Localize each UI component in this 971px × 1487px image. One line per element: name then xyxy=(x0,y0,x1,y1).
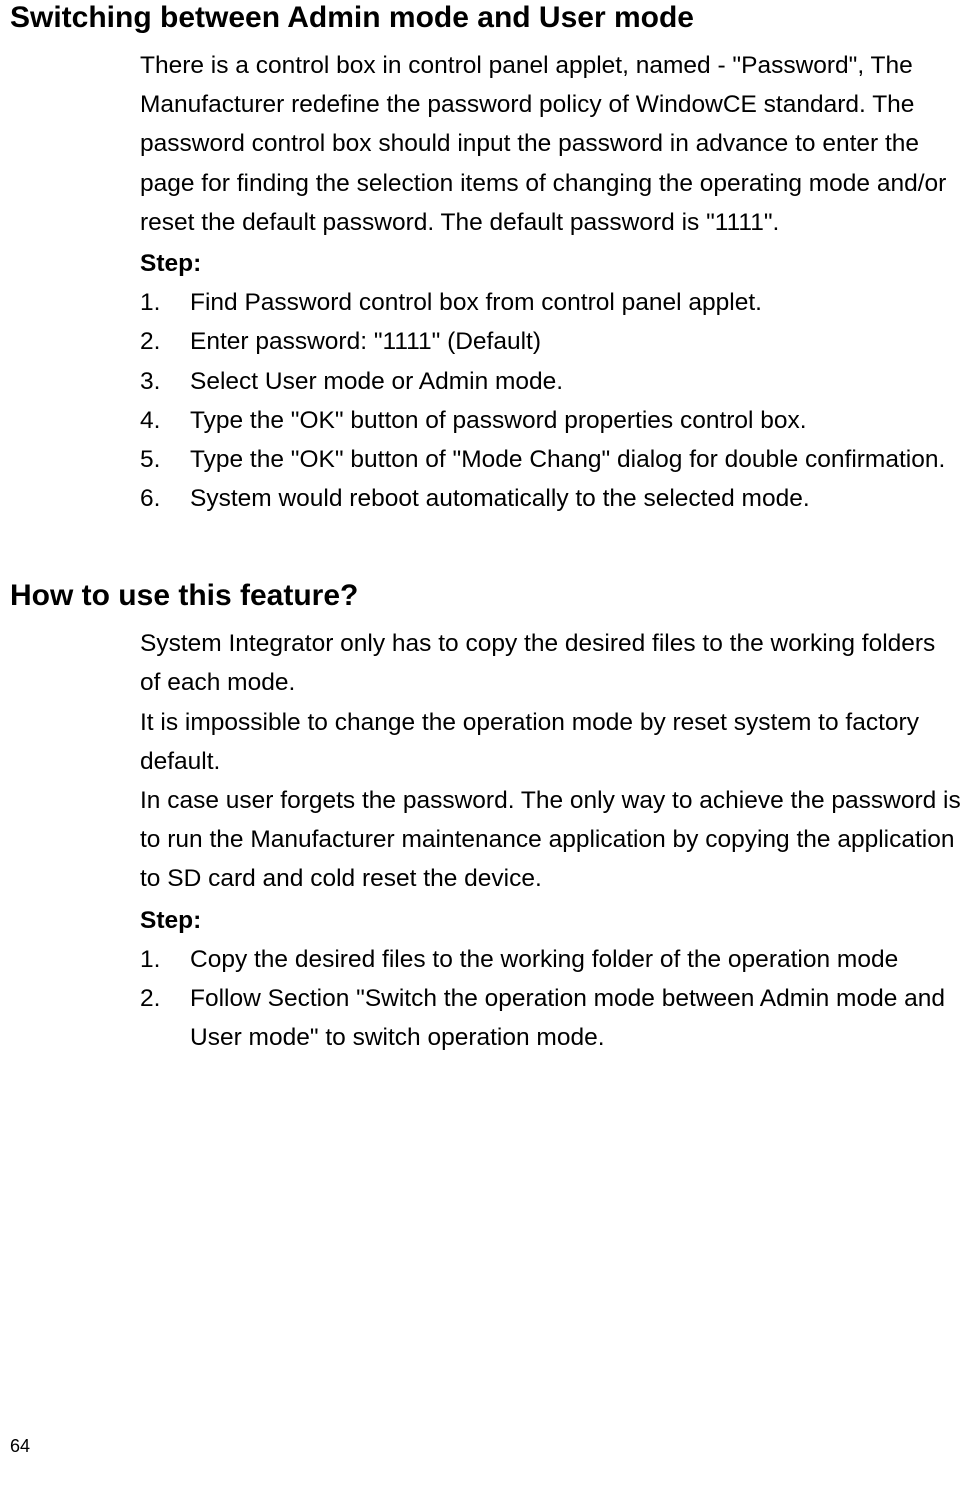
step-text: Find Password control box from control p… xyxy=(190,283,961,322)
list-item: 2. Enter password: "1111" (Default) xyxy=(140,322,961,361)
step-label-1: Step: xyxy=(140,244,961,283)
step-number: 2. xyxy=(140,322,190,361)
page-number: 64 xyxy=(10,1436,30,1457)
step-list-2: 1. Copy the desired files to the working… xyxy=(140,940,961,1058)
step-number: 1. xyxy=(140,940,190,979)
para-impossible: It is impossible to change the operation… xyxy=(140,703,961,781)
list-item: 1. Find Password control box from contro… xyxy=(140,283,961,322)
para-forget-password: In case user forgets the password. The o… xyxy=(140,781,961,899)
intro-paragraph-1: There is a control box in control panel … xyxy=(140,46,961,242)
step-number: 1. xyxy=(140,283,190,322)
step-text: Copy the desired files to the working fo… xyxy=(190,940,961,979)
step-label-2: Step: xyxy=(140,901,961,940)
step-number: 3. xyxy=(140,362,190,401)
list-item: 5. Type the "OK" button of "Mode Chang" … xyxy=(140,440,961,479)
step-list-1: 1. Find Password control box from contro… xyxy=(140,283,961,518)
step-text: Follow Section "Switch the operation mod… xyxy=(190,979,961,1057)
heading-switching: Switching between Admin mode and User mo… xyxy=(10,0,961,36)
heading-how-to-use: How to use this feature? xyxy=(10,578,961,614)
list-item: 3. Select User mode or Admin mode. xyxy=(140,362,961,401)
list-item: 1. Copy the desired files to the working… xyxy=(140,940,961,979)
list-item: 6. System would reboot automatically to … xyxy=(140,479,961,518)
step-number: 2. xyxy=(140,979,190,1057)
step-number: 6. xyxy=(140,479,190,518)
list-item: 2. Follow Section "Switch the operation … xyxy=(140,979,961,1057)
step-text: Type the "OK" button of password propert… xyxy=(190,401,961,440)
step-text: System would reboot automatically to the… xyxy=(190,479,961,518)
list-item: 4. Type the "OK" button of password prop… xyxy=(140,401,961,440)
step-number: 4. xyxy=(140,401,190,440)
para-integrator: System Integrator only has to copy the d… xyxy=(140,624,961,702)
step-text: Enter password: "1111" (Default) xyxy=(190,322,961,361)
step-text: Type the "OK" button of "Mode Chang" dia… xyxy=(190,440,961,479)
page-content: Switching between Admin mode and User mo… xyxy=(0,0,971,1057)
step-number: 5. xyxy=(140,440,190,479)
step-text: Select User mode or Admin mode. xyxy=(190,362,961,401)
